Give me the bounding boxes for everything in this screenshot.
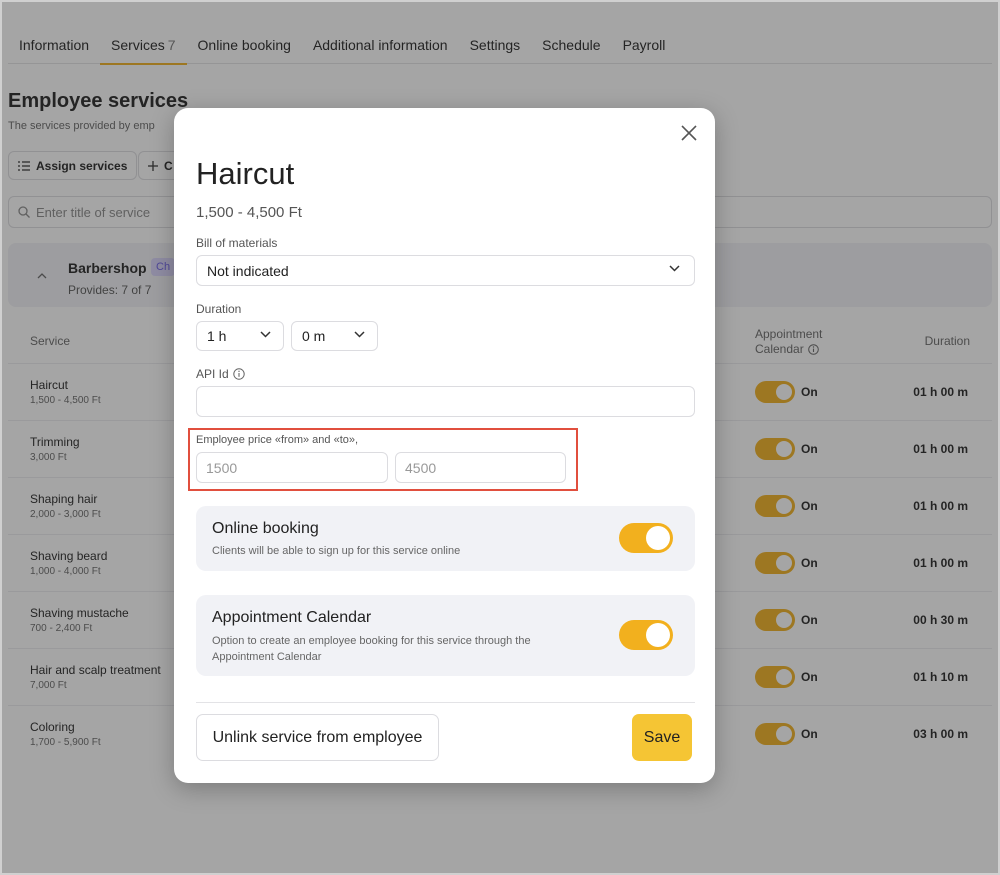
divider: [196, 702, 695, 703]
appointment-calendar-description: Option to create an employee booking for…: [212, 635, 531, 663]
duration-hours-value: 1 h: [207, 328, 227, 344]
modal-title: Haircut: [196, 156, 295, 191]
api-id-input[interactable]: [196, 386, 695, 417]
chevron-down-icon: [260, 331, 271, 338]
duration-label: Duration: [196, 302, 242, 316]
employee-price-label: Employee price «from» and «to»,: [196, 434, 359, 446]
appointment-calendar-title: Appointment Calendar: [212, 609, 372, 626]
price-to-placeholder: 4500: [405, 459, 437, 476]
price-from-placeholder: 1500: [206, 459, 238, 476]
appointment-calendar-card: Appointment Calendar Option to create an…: [196, 595, 695, 676]
info-icon[interactable]: [232, 368, 245, 380]
modal-price: 1,500 - 4,500 Ft: [196, 204, 302, 221]
unlink-service-button[interactable]: Unlink service from employee: [196, 714, 439, 761]
duration-hours-select[interactable]: 1 h: [196, 321, 284, 351]
online-booking-title: Online booking: [212, 520, 319, 537]
online-booking-card: Online booking Clients will be able to s…: [196, 506, 695, 571]
api-id-label: API Id: [196, 367, 245, 381]
save-button[interactable]: Save: [632, 714, 692, 761]
api-id-label-text: API Id: [196, 367, 229, 381]
chevron-down-icon: [354, 331, 365, 338]
edit-service-modal: Haircut 1,500 - 4,500 Ft Bill of materia…: [174, 108, 715, 783]
duration-minutes-select[interactable]: 0 m: [291, 321, 378, 351]
online-booking-description: Clients will be able to sign up for this…: [212, 545, 461, 557]
price-from-input[interactable]: 1500: [196, 452, 388, 483]
online-booking-toggle[interactable]: [619, 523, 673, 553]
appointment-calendar-toggle[interactable]: [619, 620, 673, 650]
bom-select[interactable]: Not indicated: [196, 255, 695, 286]
bom-label: Bill of materials: [196, 236, 278, 250]
duration-minutes-value: 0 m: [302, 328, 326, 344]
bom-value: Not indicated: [207, 262, 289, 279]
close-icon[interactable]: [677, 121, 701, 145]
price-to-input[interactable]: 4500: [395, 452, 566, 483]
chevron-down-icon: [669, 265, 680, 272]
